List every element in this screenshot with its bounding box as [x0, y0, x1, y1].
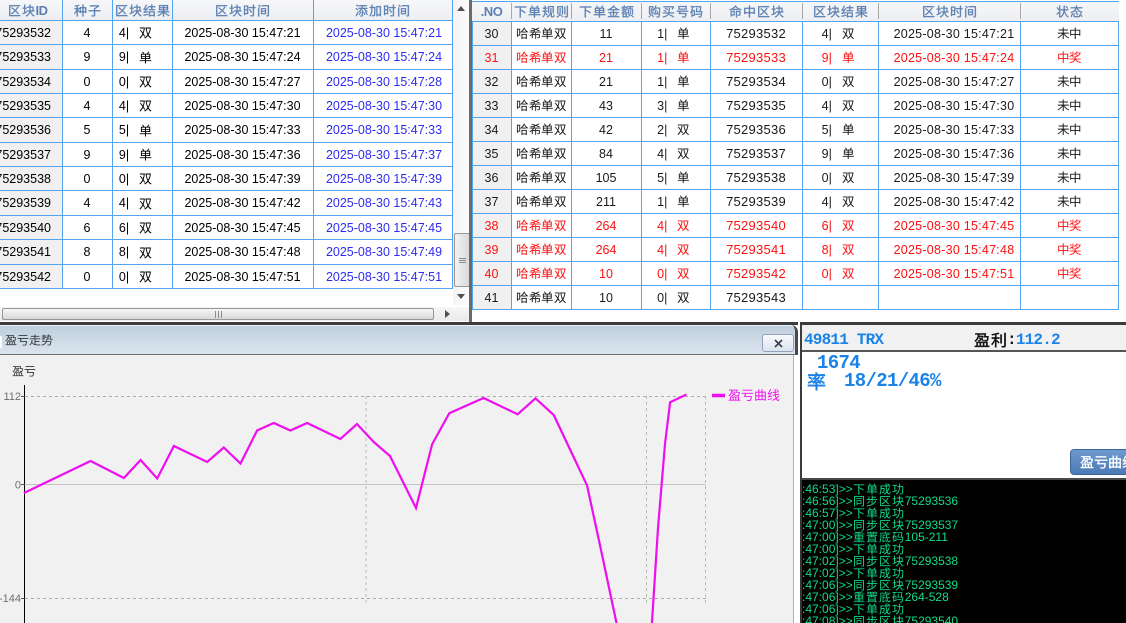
svg-text:112: 112 [3, 391, 21, 403]
svg-text:-144: -144 [0, 593, 21, 605]
svg-text:0: 0 [15, 480, 21, 492]
